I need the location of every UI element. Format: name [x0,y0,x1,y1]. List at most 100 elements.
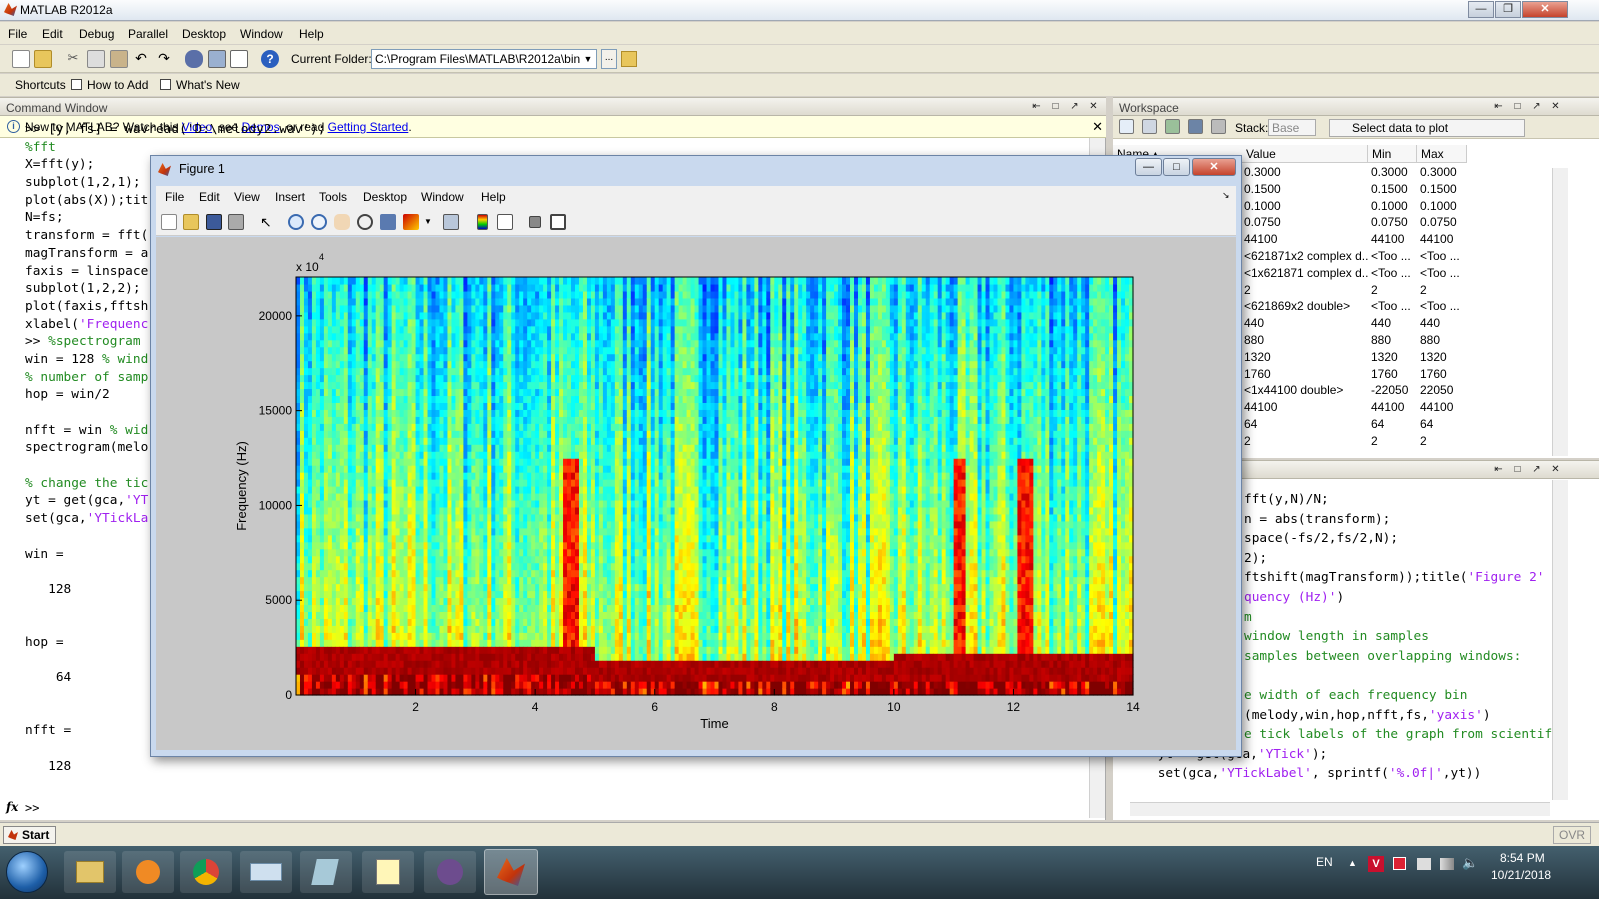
hist-undock-icon[interactable]: ⇤ [1493,464,1504,475]
windows-start-orb-icon[interactable] [6,851,48,893]
fig-menu-insert[interactable]: Insert [275,190,305,204]
close-button[interactable]: ✕ [1522,1,1568,18]
taskbar-explorer-icon[interactable] [64,851,116,893]
pointer-icon[interactable]: ↖ [260,214,276,230]
data-cursor-icon[interactable] [380,214,396,230]
figure-minimize-button[interactable]: — [1135,158,1162,176]
hist-dock-icon[interactable]: ↗ [1531,464,1542,475]
zoom-in-icon[interactable] [288,214,304,230]
stack-select[interactable]: Base [1268,119,1316,136]
tray-expand-icon[interactable]: ▲ [1348,858,1357,868]
menu-help[interactable]: Help [299,27,324,41]
dock-icon[interactable]: ↗ [1069,101,1080,112]
start-button[interactable]: Start [3,826,57,844]
help-icon[interactable]: ? [261,50,279,68]
taskbar-editor-icon[interactable] [362,851,414,893]
fig-menu-tools[interactable]: Tools [319,190,347,204]
undo-icon[interactable]: ↶ [132,50,150,68]
menu-file[interactable]: File [8,27,27,41]
ws-col-min[interactable]: Min [1368,145,1417,163]
current-folder-input[interactable]: C:\Program Files\MATLAB\R2012a\bin [371,49,597,69]
open-folder-icon[interactable] [34,50,52,68]
fig-menu-desktop[interactable]: Desktop [363,190,407,204]
zoom-out-icon[interactable] [311,214,327,230]
network-icon[interactable] [1417,858,1431,870]
plot-selector[interactable]: Select data to plot [1329,119,1525,137]
fig-open-icon[interactable] [183,214,199,230]
open-variable-icon[interactable] [1142,119,1157,134]
figure-close-button[interactable]: ✕ [1192,158,1236,176]
close-info-icon[interactable]: ✕ [1092,119,1103,135]
taskbar-github-icon[interactable] [424,851,476,893]
antivirus-tray-icon[interactable]: V [1368,856,1384,872]
undock-icon[interactable]: ⇤ [1031,101,1042,112]
redo-icon[interactable]: ↷ [155,50,173,68]
ws-col-max[interactable]: Max [1417,145,1467,163]
workspace-scrollbar[interactable] [1552,168,1568,456]
new-variable-icon[interactable] [1119,119,1134,134]
fig-new-icon[interactable] [161,214,177,230]
figure-canvas[interactable]: 2 4 6 8 10 12 14 0 5000 10000 15000 20000 x 10 4 Time F… [156,237,1236,750]
import-data-icon[interactable] [1165,119,1180,134]
rotate-icon[interactable] [357,214,373,230]
menu-edit[interactable]: Edit [42,27,63,41]
ws-close-icon[interactable]: ✕ [1550,101,1561,112]
command-prompt-row[interactable]: fx >> [0,799,1090,819]
menu-desktop[interactable]: Desktop [182,27,226,41]
browse-folder-button[interactable]: ... [601,49,617,69]
figure-window[interactable]: Figure 1 — □ ✕ File Edit View Insert Too… [150,155,1242,757]
history-scrollbar[interactable] [1552,480,1568,800]
ws-dock-icon[interactable]: ↗ [1531,101,1542,112]
hide-plot-tools-icon[interactable] [529,216,541,228]
new-file-icon[interactable] [12,50,30,68]
volume-icon[interactable]: 🔈 [1462,855,1478,871]
menu-debug[interactable]: Debug [79,27,114,41]
clock-time[interactable]: 8:54 PM [1500,851,1545,865]
taskbar-chrome-icon[interactable] [180,851,232,893]
guide-icon[interactable] [208,50,226,68]
link-plot-icon[interactable] [443,214,459,230]
command-prompt[interactable]: >> [25,801,39,815]
simulink-icon[interactable] [185,50,203,68]
fig-menu-help[interactable]: Help [481,190,506,204]
fig-menu-dock-icon[interactable]: ↘ [1222,190,1230,201]
menu-parallel[interactable]: Parallel [128,27,168,41]
fig-save-icon[interactable] [206,214,222,230]
copy-icon[interactable] [87,50,105,68]
shortcut-whats-new[interactable]: What's New [176,78,240,92]
ws-undock-icon[interactable]: ⇤ [1493,101,1504,112]
restore-button[interactable]: ❐ [1495,1,1521,18]
maximize-panel-icon[interactable]: □ [1050,101,1061,112]
clock-date[interactable]: 10/21/2018 [1491,868,1551,882]
function-browser-icon[interactable]: fx [6,800,18,814]
delete-variable-icon[interactable] [1211,119,1226,134]
brush-icon[interactable] [403,214,419,230]
fig-print-icon[interactable] [228,214,244,230]
show-plot-tools-icon[interactable] [550,214,566,230]
folder-up-icon[interactable] [621,51,637,67]
paste-icon[interactable] [110,50,128,68]
action-center-flag-icon[interactable] [1393,857,1406,870]
current-folder-dropdown-icon[interactable]: ▼ [580,50,596,68]
save-workspace-icon[interactable] [1188,119,1203,134]
hist-maximize-icon[interactable]: □ [1512,464,1523,475]
minimize-button[interactable]: — [1468,1,1494,18]
hist-close-icon[interactable]: ✕ [1550,464,1561,475]
fig-menu-edit[interactable]: Edit [199,190,220,204]
taskbar-keyboard-icon[interactable] [240,851,292,893]
spectrogram-axes[interactable]: 2 4 6 8 10 12 1405000100001500020000x 104TimeF… [156,237,1236,750]
profiler-icon[interactable] [230,50,248,68]
taskbar-notes-icon[interactable] [300,851,352,893]
ws-col-value[interactable]: Value [1242,145,1368,163]
brush-dropdown-icon[interactable]: ▼ [424,214,432,230]
language-indicator[interactable]: EN [1316,855,1333,869]
figure-maximize-button[interactable]: □ [1163,158,1190,176]
fig-menu-window[interactable]: Window [421,190,464,204]
fig-menu-file[interactable]: File [165,190,184,204]
colorbar-icon[interactable] [477,214,488,230]
cut-icon[interactable]: ✂ [64,50,82,68]
ws-maximize-icon[interactable]: □ [1512,101,1523,112]
signal-icon[interactable] [1440,858,1454,870]
legend-icon[interactable] [497,214,513,230]
history-hscrollbar[interactable] [1130,802,1550,816]
